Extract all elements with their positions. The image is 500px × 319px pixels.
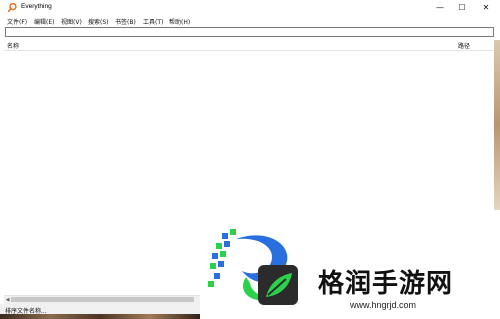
status-bar: 排序文件名称...: [0, 304, 200, 315]
search-input[interactable]: [6, 28, 493, 36]
scroll-left-icon[interactable]: ◀: [5, 297, 10, 303]
title-bar: Everything — ☐ ✕: [0, 0, 500, 15]
watermark-logo-icon: [208, 229, 298, 305]
everything-app-icon: [8, 3, 17, 12]
menu-view[interactable]: 视图(V): [61, 17, 82, 26]
menu-help[interactable]: 帮助(H): [169, 17, 190, 26]
background-photo-strip: [0, 314, 200, 319]
everything-window: Everything — ☐ ✕ 文件(F) 编辑(E) 视图(V) 搜索(S)…: [0, 0, 500, 319]
minimize-icon: —: [436, 3, 444, 12]
column-name-header[interactable]: 名称: [7, 41, 19, 50]
close-icon: ✕: [482, 3, 490, 12]
menu-bar: 文件(F) 编辑(E) 视图(V) 搜索(S) 书签(B) 工具(T) 帮助(H…: [0, 15, 500, 26]
watermark-site-name: 格润手游网: [318, 269, 454, 299]
column-path-header[interactable]: 路径: [458, 41, 470, 50]
background-edge: [494, 40, 500, 210]
menu-tools[interactable]: 工具(T): [143, 17, 163, 26]
horizontal-scrollbar[interactable]: ◀: [4, 295, 200, 304]
maximize-button[interactable]: ☐: [450, 0, 474, 15]
window-title: Everything: [21, 3, 52, 10]
search-box: [5, 27, 494, 37]
menu-search[interactable]: 搜索(S): [88, 17, 109, 26]
menu-file[interactable]: 文件(F): [7, 17, 27, 26]
minimize-button[interactable]: —: [428, 0, 452, 15]
watermark-url: www.hngrjd.com: [350, 300, 417, 310]
scrollbar-thumb[interactable]: [11, 297, 194, 302]
close-button[interactable]: ✕: [474, 0, 498, 15]
menu-bookmarks[interactable]: 书签(B): [115, 17, 136, 26]
maximize-icon: ☐: [458, 3, 466, 12]
site-watermark: 格润手游网 www.hngrjd.com: [200, 211, 500, 319]
menu-edit[interactable]: 编辑(E): [34, 17, 54, 26]
results-column-header: 名称 路径: [4, 40, 496, 51]
